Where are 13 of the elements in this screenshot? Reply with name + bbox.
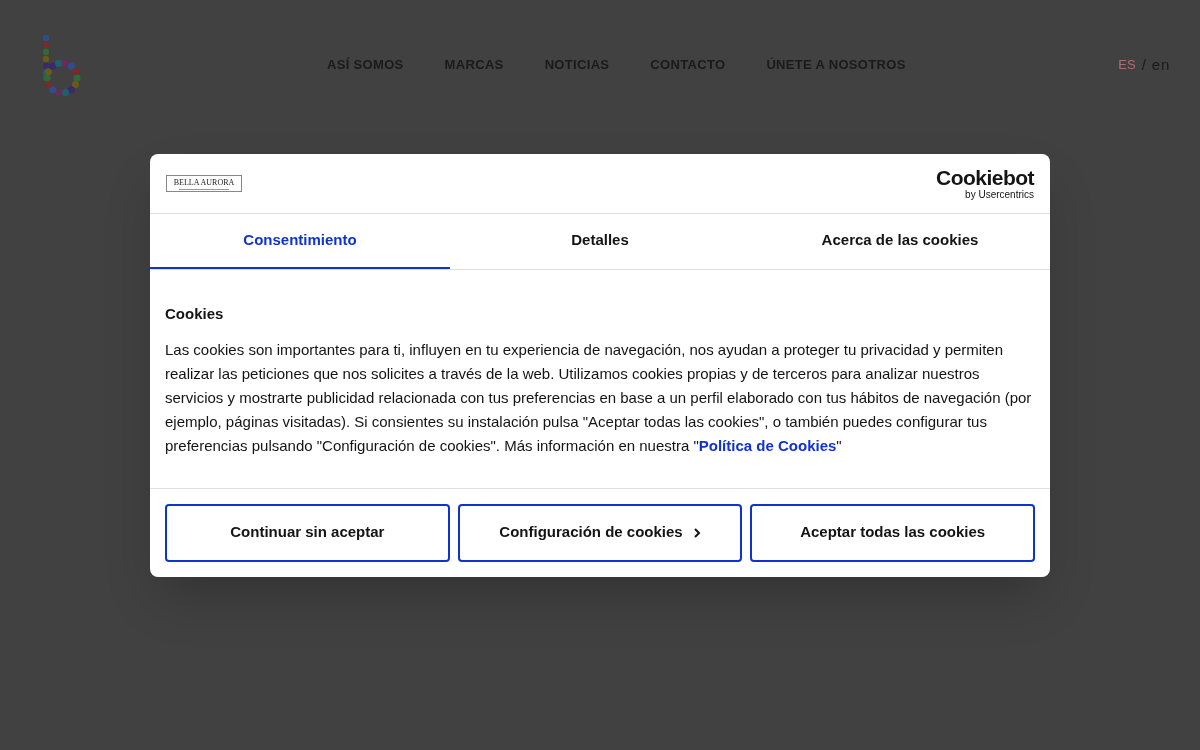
consent-text: Las cookies son importantes para ti, influyen en tu experiencia de navegación, nos ayudan a proteger tu privacidad y permiten realizar las peticiones que nos solicites a través de la web. Utilizamos cookies propias y de terceros para analizar nuestros servicios y mostrarte publicidad relacionada con tus preferencias en base a un perfil elaborado con tus hábitos de navegación (por ejemplo, páginas visitadas). Si consientes su instalación pulsa "Aceptar todas las cookies", o también puedes configurar tus preferencias pulsando "Configuración de cookies". Más información en nuestra "Política de Cookies": [165, 339, 1033, 456]
dialog-tab[interactable]: Consentimiento: [150, 214, 450, 269]
language-separator: /: [1141, 54, 1146, 75]
policy-link[interactable]: Política de Cookies: [698, 436, 837, 454]
consent-button[interactable]: Continuar sin aceptar: [165, 503, 450, 562]
provider-logo[interactable]: Cookiebot by Usercentrics: [936, 167, 1034, 200]
consent-button[interactable]: Configuración de cookies: [457, 503, 743, 562]
dialog-tab[interactable]: Detalles: [450, 214, 750, 269]
consent-button[interactable]: Aceptar todas las cookies: [750, 503, 1035, 562]
section-heading: Cookies: [165, 304, 225, 324]
brand-logo: BELLA AURORA: [166, 175, 242, 192]
dialog-tab[interactable]: Acerca de las cookies: [750, 214, 1050, 269]
chevron-right-icon: [692, 526, 701, 539]
